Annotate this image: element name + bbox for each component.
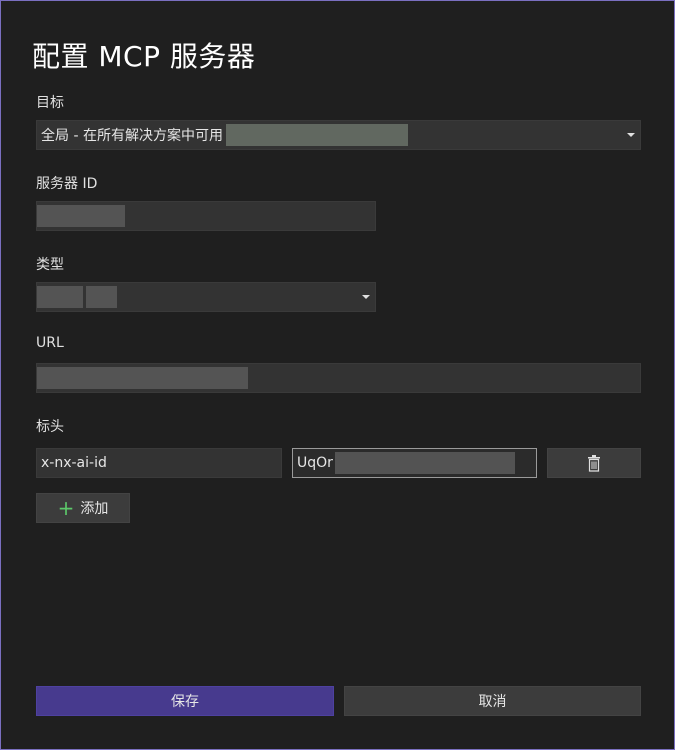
add-header-button[interactable]: + 添加 xyxy=(36,493,130,523)
chevron-down-icon xyxy=(362,295,370,299)
type-label: 类型 xyxy=(36,257,64,273)
trash-icon xyxy=(588,454,600,472)
save-button[interactable]: 保存 xyxy=(36,686,334,716)
save-label: 保存 xyxy=(171,694,199,710)
header-value-value: UqOr xyxy=(297,455,333,471)
cancel-button[interactable]: 取消 xyxy=(344,686,641,716)
server-id-label: 服务器 ID xyxy=(36,176,98,192)
redacted-block xyxy=(334,452,515,474)
header-name-input[interactable]: x-nx-ai-id xyxy=(36,448,282,478)
redacted-block xyxy=(225,124,408,146)
redacted-block xyxy=(37,367,248,389)
type-select[interactable] xyxy=(36,282,376,312)
chevron-down-icon xyxy=(627,133,635,137)
server-id-input[interactable] xyxy=(36,201,376,231)
dialog-title: 配置 MCP 服务器 xyxy=(32,40,256,73)
add-header-label: 添加 xyxy=(80,501,109,517)
redacted-block xyxy=(37,286,83,308)
url-label: URL xyxy=(36,335,64,351)
cancel-label: 取消 xyxy=(478,694,507,710)
header-value-input[interactable]: UqOr xyxy=(292,448,537,478)
redacted-block xyxy=(86,286,117,308)
target-value: 全局 - 在所有解决方案中可用 xyxy=(41,128,223,144)
headers-label: 标头 xyxy=(36,419,64,435)
redacted-block xyxy=(37,205,125,227)
url-input[interactable] xyxy=(36,363,641,393)
target-select[interactable]: 全局 - 在所有解决方案中可用 xyxy=(36,120,641,150)
delete-header-button[interactable] xyxy=(547,448,641,478)
plus-icon: + xyxy=(57,496,75,520)
header-name-value: x-nx-ai-id xyxy=(41,455,107,471)
configure-mcp-dialog: 配置 MCP 服务器 目标 全局 - 在所有解决方案中可用 服务器 ID 类型 … xyxy=(0,0,675,750)
target-label: 目标 xyxy=(36,95,64,111)
